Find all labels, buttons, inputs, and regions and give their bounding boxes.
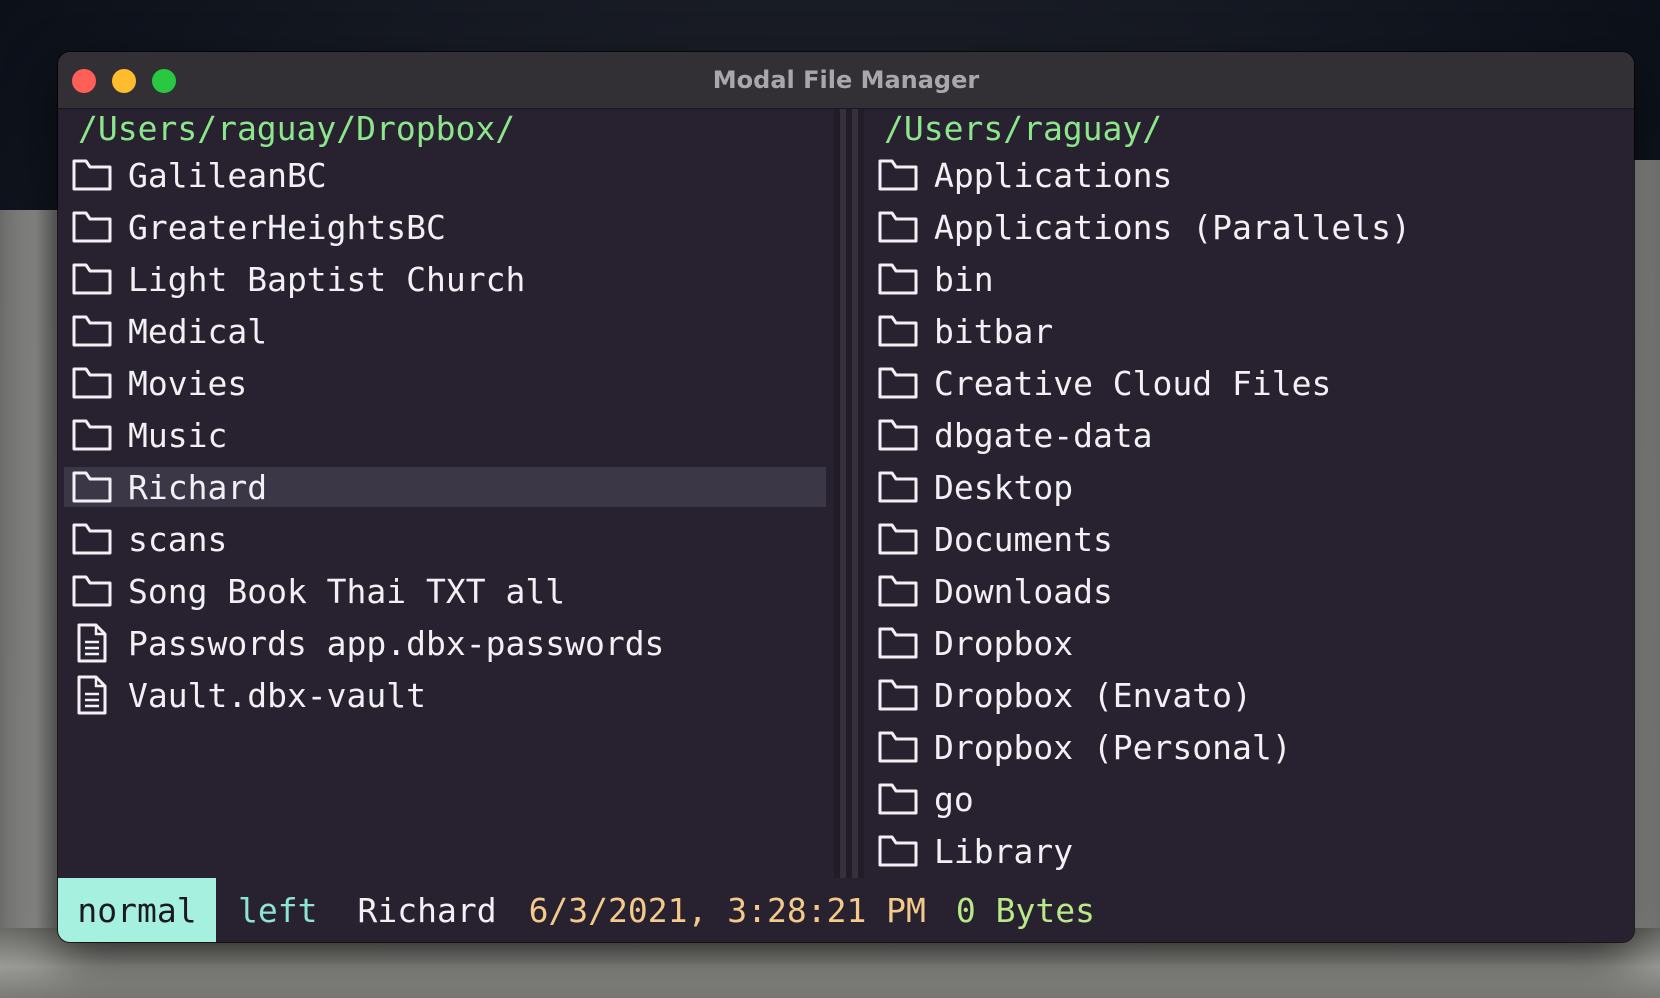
left-pane-item-name: GalileanBC: [128, 155, 327, 195]
right-pane-item-name: Applications (Parallels): [934, 207, 1411, 247]
selected-item-date: 6/3/2021, 3:28:21 PM: [528, 890, 926, 930]
right-pane-path: /Users/raguay/: [884, 109, 1163, 148]
right-pane-row[interactable]: bin: [864, 253, 1634, 305]
left-pane-row[interactable]: Richard: [64, 467, 826, 507]
selected-item-size: 0 Bytes: [955, 890, 1095, 930]
status-bar: normal left Richard 6/3/2021, 3:28:21 PM…: [58, 878, 1634, 942]
right-pane-item-name: go: [934, 779, 974, 819]
document-icon: [72, 623, 112, 663]
right-pane-row[interactable]: Documents: [864, 513, 1634, 565]
left-pane-item-name: scans: [128, 519, 228, 559]
right-pane-item-name: dbgate-data: [934, 415, 1153, 455]
right-pane-row[interactable]: go: [864, 773, 1634, 825]
right-pane-row[interactable]: Desktop: [864, 461, 1634, 513]
left-pane-item-name: GreaterHeightsBC: [128, 207, 446, 247]
left-pane-item-name: Song Book Thai TXT all: [128, 571, 566, 611]
folder-icon: [72, 363, 112, 403]
folder-icon: [72, 415, 112, 455]
left-pane-item-name: Music: [128, 415, 228, 455]
left-pane-row[interactable]: scans: [58, 513, 834, 565]
right-pane-row[interactable]: Downloads: [864, 565, 1634, 617]
folder-icon: [878, 727, 918, 767]
folder-icon: [878, 363, 918, 403]
left-pane-row[interactable]: Music: [58, 409, 834, 461]
right-pane-item-name: bin: [934, 259, 994, 299]
folder-icon: [878, 155, 918, 195]
right-pane-item-name: Creative Cloud Files: [934, 363, 1332, 403]
right-pane-item-name: Applications: [934, 155, 1173, 195]
folder-icon: [878, 519, 918, 559]
right-pane-row[interactable]: dbgate-data: [864, 409, 1634, 461]
folder-icon: [878, 779, 918, 819]
document-icon: [72, 675, 112, 715]
left-pane-row[interactable]: Song Book Thai TXT all: [58, 565, 834, 617]
left-file-list: GalileanBC GreaterHeightsBC Light Baptist …: [58, 149, 834, 721]
right-pane-item-name: Dropbox: [934, 623, 1074, 663]
folder-icon: [72, 571, 112, 611]
right-pane-item-name: bitbar: [934, 311, 1054, 351]
folder-icon: [878, 623, 918, 663]
right-pane-item-name: Dropbox (Personal): [934, 727, 1292, 767]
left-pane-item-name: Passwords app.dbx-passwords: [128, 623, 665, 663]
folder-icon: [878, 311, 918, 351]
folder-icon: [878, 259, 918, 299]
right-pane-row[interactable]: Library: [864, 825, 1634, 877]
folder-icon: [72, 155, 112, 195]
right-pane-item-name: Desktop: [934, 467, 1074, 507]
app-window: Modal File Manager /Users/raguay/Dropbox…: [58, 52, 1634, 942]
right-file-list: Applications Applications (Parallels) bin b…: [864, 149, 1634, 877]
window-title: Modal File Manager: [712, 66, 980, 94]
right-pane-row[interactable]: Applications (Parallels): [864, 201, 1634, 253]
left-pane-row[interactable]: GalileanBC: [58, 149, 834, 201]
right-pane-item-name: Downloads: [934, 571, 1113, 611]
left-pane-item-name: Movies: [128, 363, 248, 403]
title-bar: Modal File Manager: [58, 52, 1634, 109]
left-pane-row[interactable]: GreaterHeightsBC: [58, 201, 834, 253]
left-pane-row[interactable]: Medical: [58, 305, 834, 357]
right-pane[interactable]: /Users/raguay/ Applications Applications …: [864, 109, 1634, 929]
left-pane[interactable]: /Users/raguay/Dropbox/ GalileanBC Greater…: [58, 109, 834, 929]
folder-icon: [72, 259, 112, 299]
right-pane-item-name: Documents: [934, 519, 1113, 559]
right-pane-row[interactable]: Creative Cloud Files: [864, 357, 1634, 409]
folder-icon: [72, 467, 112, 507]
left-pane-item-name: Medical: [128, 311, 268, 351]
right-pane-row[interactable]: bitbar: [864, 305, 1634, 357]
folder-icon: [878, 415, 918, 455]
folder-icon: [878, 571, 918, 611]
folder-icon: [878, 207, 918, 247]
right-pane-row[interactable]: Dropbox (Envato): [864, 669, 1634, 721]
folder-icon: [878, 675, 918, 715]
left-pane-row[interactable]: Movies: [58, 357, 834, 409]
left-pane-item-name: Richard: [128, 467, 268, 507]
selected-item-name: Richard: [357, 890, 497, 930]
mode-badge: normal: [58, 878, 216, 942]
right-pane-item-name: Library: [934, 831, 1074, 871]
left-pane-item-name: Vault.dbx-vault: [128, 675, 427, 715]
folder-icon: [72, 519, 112, 559]
right-pane-row[interactable]: Dropbox (Personal): [864, 721, 1634, 773]
active-pane-indicator: left: [238, 890, 318, 930]
folder-icon: [878, 831, 918, 871]
right-pane-item-name: Dropbox (Envato): [934, 675, 1252, 715]
pane-divider[interactable]: [834, 109, 864, 929]
folder-icon: [72, 207, 112, 247]
left-pane-row[interactable]: Vault.dbx-vault: [58, 669, 834, 721]
right-pane-row[interactable]: Dropbox: [864, 617, 1634, 669]
left-pane-row[interactable]: Light Baptist Church: [58, 253, 834, 305]
folder-icon: [878, 467, 918, 507]
left-pane-item-name: Light Baptist Church: [128, 259, 526, 299]
folder-icon: [72, 311, 112, 351]
left-pane-row[interactable]: Passwords app.dbx-passwords: [58, 617, 834, 669]
right-pane-row[interactable]: Applications: [864, 149, 1634, 201]
left-pane-path: /Users/raguay/Dropbox/: [78, 109, 516, 148]
